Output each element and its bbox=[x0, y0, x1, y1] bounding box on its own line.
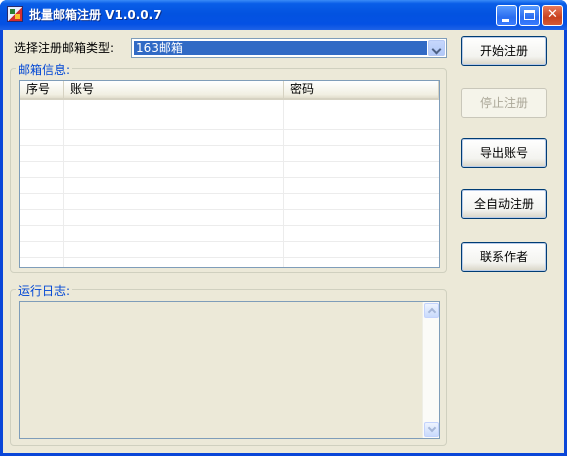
maximize-icon bbox=[524, 10, 535, 20]
contact-author-button[interactable]: 联系作者 bbox=[461, 242, 547, 272]
maximize-button[interactable] bbox=[519, 5, 540, 26]
mail-type-label: 选择注册邮箱类型: bbox=[14, 41, 115, 55]
run-log-textarea[interactable] bbox=[19, 301, 440, 439]
window-title: 批量邮箱注册 V1.0.0.7 bbox=[29, 8, 162, 22]
table-row bbox=[20, 163, 439, 178]
scroll-up-icon[interactable] bbox=[424, 303, 439, 318]
minimize-button[interactable] bbox=[496, 5, 517, 26]
run-log-legend: 运行日志: bbox=[16, 282, 73, 299]
table-row bbox=[20, 131, 439, 146]
export-accounts-button[interactable]: 导出账号 bbox=[461, 138, 547, 168]
table-row bbox=[20, 147, 439, 162]
table-row bbox=[20, 211, 439, 226]
stop-register-button[interactable]: 停止注册 bbox=[461, 88, 547, 118]
scroll-down-icon[interactable] bbox=[424, 422, 439, 437]
run-log-group: 运行日志: bbox=[10, 282, 447, 446]
mail-type-select[interactable]: 163邮箱 bbox=[131, 38, 447, 58]
table-row bbox=[20, 243, 439, 258]
mail-info-list[interactable]: 序号 账号 密码 bbox=[19, 80, 440, 268]
client-area: 选择注册邮箱类型: 163邮箱 邮箱信息: 序号 账号 密码 运行日志: 开始注… bbox=[3, 30, 564, 453]
start-register-button[interactable]: 开始注册 bbox=[461, 36, 547, 66]
table-row bbox=[20, 195, 439, 210]
auto-register-button[interactable]: 全自动注册 bbox=[461, 189, 547, 219]
column-header-account[interactable]: 账号 bbox=[64, 81, 284, 98]
column-header-index[interactable]: 序号 bbox=[20, 81, 64, 98]
mail-info-legend: 邮箱信息: bbox=[16, 61, 73, 78]
chevron-down-icon[interactable] bbox=[428, 40, 445, 56]
close-icon: ✕ bbox=[547, 7, 558, 22]
app-icon[interactable] bbox=[7, 6, 23, 22]
app-window: 批量邮箱注册 V1.0.0.7 ✕ 选择注册邮箱类型: 163邮箱 邮箱信息: … bbox=[0, 0, 567, 456]
log-scrollbar[interactable] bbox=[422, 302, 439, 438]
list-header: 序号 账号 密码 bbox=[20, 81, 439, 100]
column-header-password[interactable]: 密码 bbox=[284, 81, 439, 98]
close-button[interactable]: ✕ bbox=[542, 5, 563, 26]
table-row bbox=[20, 179, 439, 194]
mail-type-value: 163邮箱 bbox=[134, 41, 427, 55]
minimize-icon bbox=[502, 19, 509, 22]
table-row bbox=[20, 227, 439, 242]
mail-info-group: 邮箱信息: 序号 账号 密码 bbox=[10, 61, 447, 273]
title-bar[interactable]: 批量邮箱注册 V1.0.0.7 ✕ bbox=[0, 0, 567, 30]
table-row bbox=[20, 115, 439, 130]
